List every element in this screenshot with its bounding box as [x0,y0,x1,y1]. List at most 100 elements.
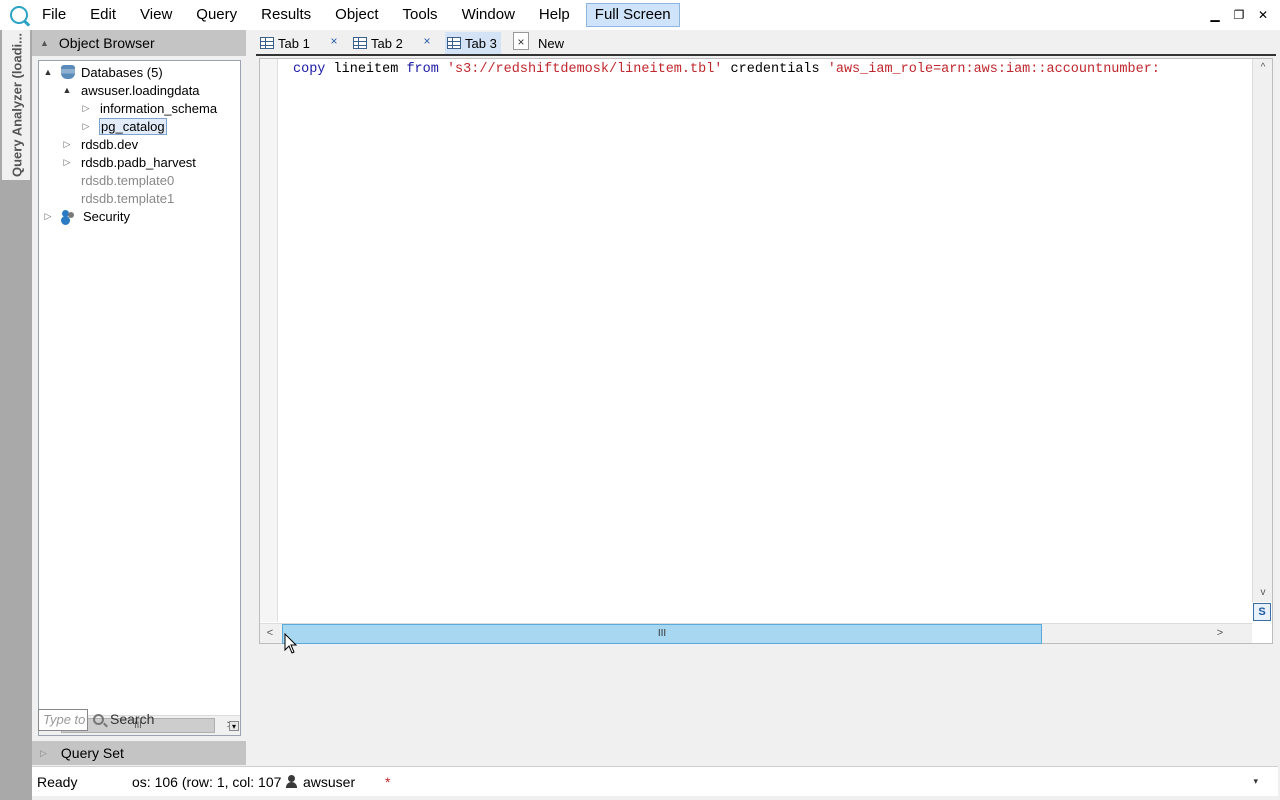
object-browser-header[interactable]: ▲ Object Browser [32,30,246,56]
object-browser-panel: ▲ Object Browser ▲ Databases (5) ▲ awsus… [32,30,246,765]
expand-arrow-icon[interactable]: ▷ [40,748,47,759]
full-screen-button[interactable]: Full Screen [585,3,680,27]
tree-node-label: rdsdb.dev [81,136,139,152]
expand-closed-icon[interactable]: ▷ [62,139,72,150]
table-icon [260,37,274,49]
expand-closed-icon[interactable]: ▷ [81,121,91,132]
editor-vertical-scrollbar[interactable]: ^ v [1252,59,1272,602]
tree-node-label: Databases (5) [81,64,163,80]
tree-node-security[interactable]: ▷ Security [43,207,131,225]
side-tab-label: Query Analyzer (loadi... [9,32,25,178]
security-users-icon [61,209,77,223]
search-options-dropdown-icon[interactable]: ▾ [229,721,239,731]
tab-2-close-icon[interactable]: × [419,32,435,50]
code-token-keyword: from [406,62,439,77]
tree-node-label: awsuser.loadingdata [81,82,200,98]
status-dropdown-icon[interactable]: ▾ [1253,776,1258,787]
tabs-divider [256,54,1276,56]
tree-node-rdsdb-template0[interactable]: rdsdb.template0 [80,171,175,189]
tab-1-close-icon[interactable]: × [326,32,342,50]
query-set-title: Query Set [60,745,124,761]
tree-node-rdsdb-dev[interactable]: ▷ rdsdb.dev [62,135,139,153]
query-analyzer-side-tab[interactable]: Query Analyzer (loadi... [2,30,30,180]
tab-3[interactable]: Tab 3 [445,32,501,54]
menu-help[interactable]: Help [527,0,582,30]
expand-closed-icon[interactable]: ▷ [62,157,72,168]
expand-closed-icon[interactable]: ▷ [43,211,53,222]
status-cursor-position: os: 106 (row: 1, col: 107 [132,774,282,790]
tree-node-label: information_schema [100,100,218,116]
side-tab-strip: Query Analyzer (loadi... [0,30,32,800]
code-token-string: 'aws_iam_role=arn:aws:iam::accountnumber… [827,62,1160,77]
menubar: File Edit View Query Results Object Tool… [0,0,1280,30]
tab-label: Tab 2 [371,35,403,51]
search-icon[interactable] [93,714,104,725]
code-token-string: 's3://redshiftdemosk/lineitem.tbl' [446,62,723,77]
table-icon [447,37,461,49]
tree-node-awsuser-loadingdata[interactable]: ▲ awsuser.loadingdata [62,81,201,99]
tab-1[interactable]: Tab 1 [260,32,310,54]
menu-view[interactable]: View [128,0,184,30]
tree-node-label-selected: pg_catalog [99,117,167,135]
tree-node-label: rdsdb.padb_harvest [81,154,196,170]
tree-node-pg-catalog[interactable]: ▷ pg_catalog [81,117,167,135]
tab-label: Tab 3 [465,35,497,51]
code-token-identifier: lineitem [333,62,399,77]
tab-2[interactable]: Tab 2 [353,32,403,54]
menu-query[interactable]: Query [184,0,249,30]
search-input[interactable]: Type to [38,709,88,731]
search-label[interactable]: Search [110,711,154,727]
menu-file[interactable]: File [42,0,78,30]
table-icon [353,37,367,49]
expand-open-icon[interactable]: ▲ [62,85,72,95]
status-bar: Ready os: 106 (row: 1, col: 107 awsuser … [32,766,1278,796]
split-editor-icon[interactable]: S [1253,603,1271,621]
tab-new[interactable]: New [538,32,564,54]
collapse-arrow-icon[interactable]: ▲ [40,38,49,48]
tab-label: Tab 1 [278,35,310,51]
tree-node-label: rdsdb.template0 [81,172,175,188]
tree-node-label: rdsdb.template1 [81,190,175,206]
tree-node-rdsdb-template1[interactable]: rdsdb.template1 [80,189,175,207]
window-controls: ▁ ❐ ✕ [1208,0,1270,30]
menu-window[interactable]: Window [450,0,527,30]
database-icon [61,65,75,79]
tree-node-rdsdb-padb-harvest[interactable]: ▷ rdsdb.padb_harvest [62,153,197,171]
tab-3-close-icon[interactable]: × [513,32,529,50]
close-window-icon[interactable]: ✕ [1256,8,1270,22]
menu-edit[interactable]: Edit [78,0,128,30]
sql-editor[interactable]: copy lineitem from 's3://redshiftdemosk/… [259,58,1273,644]
object-tree: ▲ Databases (5) ▲ awsuser.loadingdata ▷ … [38,60,241,736]
code-token-keyword: copy [293,62,326,77]
editor-tabs-bar: Tab 1 × Tab 2 × Tab 3 × New [246,30,1280,54]
scroll-right-icon[interactable]: > [1210,624,1230,643]
editor-horizontal-scrollbar[interactable]: < III > [260,623,1252,644]
mouse-pointer-icon [284,633,298,654]
menu-results[interactable]: Results [249,0,323,30]
scroll-left-icon[interactable]: < [260,624,280,643]
expand-open-icon[interactable]: ▲ [43,67,53,77]
menu-tools[interactable]: Tools [391,0,450,30]
scroll-down-icon[interactable]: v [1253,584,1273,602]
user-icon [285,775,299,789]
scroll-thumb[interactable]: III [282,624,1042,644]
expand-closed-icon[interactable]: ▷ [81,103,91,114]
editor-gutter [260,59,278,622]
app-logo-icon [10,6,28,24]
status-ready: Ready [37,774,78,790]
tree-node-information-schema[interactable]: ▷ information_schema [81,99,218,117]
tree-node-label: Security [83,208,130,224]
status-user: awsuser [303,774,356,790]
scroll-up-icon[interactable]: ^ [1253,59,1273,77]
object-browser-title: Object Browser [58,35,155,51]
tree-node-databases[interactable]: ▲ Databases (5) [43,63,164,81]
status-modified-indicator: * [385,774,391,790]
tab-label: New [538,35,565,51]
object-search-bar: Type to Search ▾ [38,709,246,735]
query-set-header[interactable]: ▷ Query Set [32,741,246,765]
code-token-identifier: credentials [730,62,820,77]
code-line-1[interactable]: copy lineitem from 's3://redshiftdemosk/… [293,61,1251,79]
menu-object[interactable]: Object [323,0,390,30]
minimize-icon[interactable]: ▁ [1208,8,1222,22]
restore-icon[interactable]: ❐ [1232,8,1246,22]
